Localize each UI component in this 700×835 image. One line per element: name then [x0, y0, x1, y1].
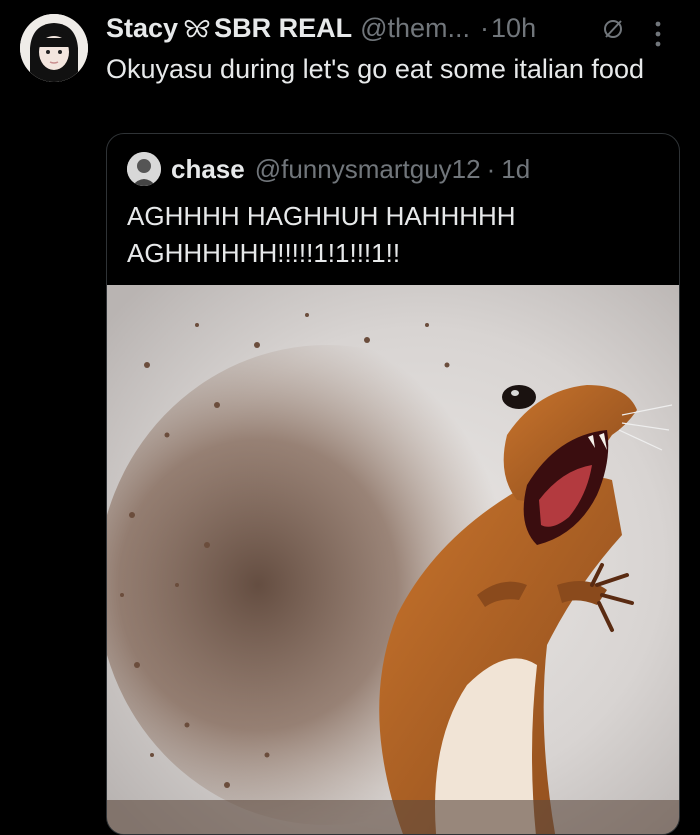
tweet-header: Stacy SBR REAL @them... · 10h: [106, 8, 536, 48]
quoted-author-handle[interactable]: @funnysmartguy12: [255, 154, 481, 185]
quoted-author-name[interactable]: chase: [171, 154, 245, 185]
author-name[interactable]: Stacy: [106, 13, 178, 44]
quoted-tweet[interactable]: chase @funnysmartguy12 · 1d AGHHHH HAGHH…: [106, 133, 680, 835]
tweet-text: Okuyasu during let's go eat some italian…: [106, 54, 644, 84]
author-handle[interactable]: @them...: [360, 13, 470, 44]
tweet-timestamp[interactable]: 10h: [491, 13, 536, 44]
butterfly-icon: [184, 19, 210, 38]
author-name-suffix[interactable]: SBR REAL: [214, 13, 352, 44]
quoted-separator: ·: [486, 153, 496, 184]
quoted-text: AGHHHH HAGHHUH HAHHHHH AGHHHHHH!!!!!1!1!…: [127, 201, 516, 268]
quoted-avatar-image: [127, 152, 161, 186]
more-icon[interactable]: [654, 20, 662, 48]
quoted-avatar[interactable]: [127, 152, 161, 186]
separator-dot: ·: [480, 12, 490, 43]
quoted-timestamp[interactable]: 1d: [501, 154, 530, 185]
squirrel-image[interactable]: [107, 285, 679, 835]
avatar-image: [20, 14, 88, 82]
tweet[interactable]: Stacy SBR REAL @them... · 10h Okuyasu du…: [0, 0, 700, 835]
quoted-header: chase @funnysmartguy12 · 1d: [127, 152, 530, 186]
avatar[interactable]: [20, 14, 88, 82]
edit-icon[interactable]: [602, 18, 624, 40]
